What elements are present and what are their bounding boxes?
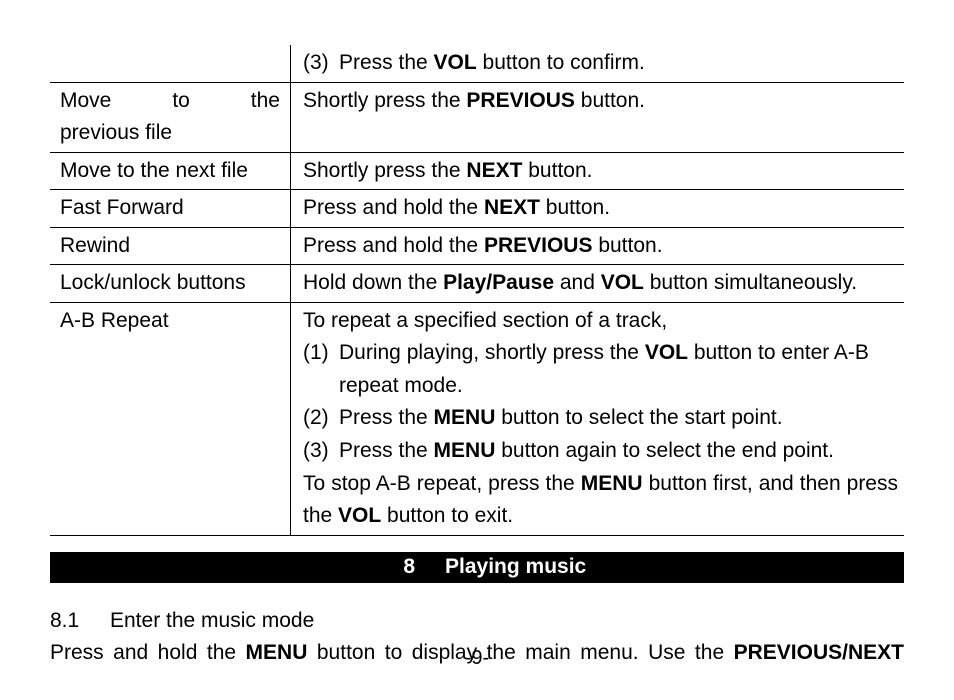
cell-text: Press and hold the PREVIOUS button.	[303, 234, 663, 257]
cell-text: Shortly press the NEXT button.	[303, 159, 592, 182]
cell-left: A-B Repeat	[50, 302, 291, 535]
subsection-title: Enter the music mode	[110, 609, 314, 632]
word: Move	[60, 85, 111, 118]
cell-left: Fast Forward	[50, 190, 291, 228]
section-title: Playing music	[445, 555, 586, 578]
table-row: Fast Forward Press and hold the NEXT but…	[50, 190, 904, 228]
cell-text: Rewind	[60, 234, 130, 257]
cell-left: Rewind	[50, 227, 291, 265]
table-row: (3) Press the VOL button to confirm.	[50, 45, 904, 82]
cell-left: Lock/unlock buttons	[50, 265, 291, 303]
table-row: Move to the next file Shortly press the …	[50, 152, 904, 190]
cell-right: To repeat a specified section of a track…	[291, 302, 905, 535]
section-number: 8	[385, 555, 415, 579]
cell-text: Press the VOL button to confirm.	[339, 47, 898, 80]
operations-table: (3) Press the VOL button to confirm. Mov…	[50, 45, 904, 536]
cell-text: previous file	[60, 121, 172, 144]
list-number: (3)	[303, 435, 339, 468]
cell-text: Press the MENU button to select the star…	[339, 402, 898, 435]
list-number: (1)	[303, 337, 339, 402]
cell-left: Move to the next file	[50, 152, 291, 190]
cell-right: Shortly press the NEXT button.	[291, 152, 905, 190]
list-number: (3)	[303, 47, 339, 80]
cell-right: Press and hold the PREVIOUS button.	[291, 227, 905, 265]
section-heading: 8 Playing music	[50, 552, 904, 583]
cell-right: Hold down the Play/Pause and VOL button …	[291, 265, 905, 303]
cell-text: Fast Forward	[60, 196, 184, 219]
cell-text: To repeat a specified section of a track…	[303, 305, 898, 338]
cell-right: (3) Press the VOL button to confirm.	[291, 45, 905, 82]
cell-left	[50, 45, 291, 82]
cell-text: Hold down the Play/Pause and VOL button …	[303, 271, 857, 294]
page-number: -9-	[0, 647, 954, 670]
cell-text: During playing, shortly press the VOL bu…	[339, 337, 898, 402]
page: (3) Press the VOL button to confirm. Mov…	[0, 0, 954, 700]
cell-text: To stop A-B repeat, press the MENU butto…	[303, 468, 898, 533]
cell-text: Lock/unlock buttons	[60, 271, 246, 294]
table-row: Move to the previous file Shortly press …	[50, 82, 904, 152]
word: to	[172, 85, 190, 118]
cell-text: A-B Repeat	[60, 309, 169, 332]
cell-right: Press and hold the NEXT button.	[291, 190, 905, 228]
cell-text: Press the MENU button again to select th…	[339, 435, 898, 468]
cell-text: Press and hold the NEXT button.	[303, 196, 610, 219]
subsection-heading: 8.1Enter the music mode	[50, 605, 904, 638]
list-number: (2)	[303, 402, 339, 435]
cell-left: Move to the previous file	[50, 82, 291, 152]
cell-text: Move to the next file	[60, 159, 248, 182]
word: the	[251, 85, 280, 118]
table-row: Lock/unlock buttons Hold down the Play/P…	[50, 265, 904, 303]
subsection-number: 8.1	[50, 605, 110, 638]
cell-text: Shortly press the PREVIOUS button.	[303, 89, 645, 112]
table-row: Rewind Press and hold the PREVIOUS butto…	[50, 227, 904, 265]
table-row: A-B Repeat To repeat a specified section…	[50, 302, 904, 535]
cell-right: Shortly press the PREVIOUS button.	[291, 82, 905, 152]
